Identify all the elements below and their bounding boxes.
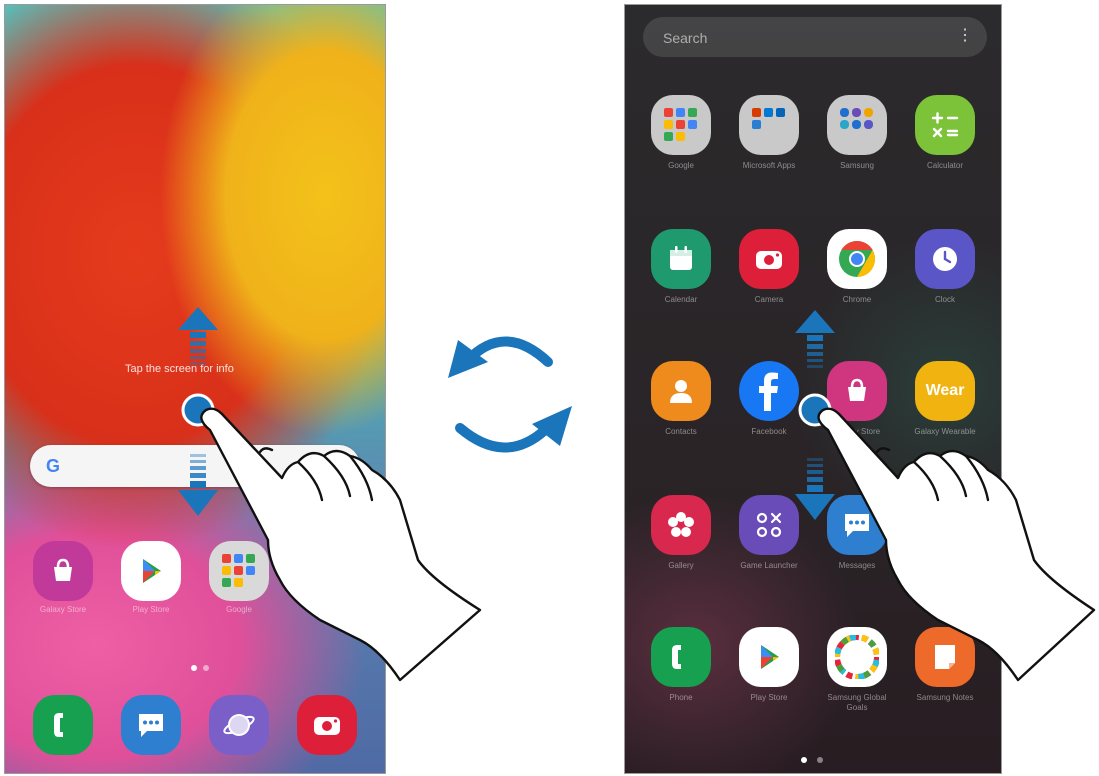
switch-arrows-icon xyxy=(448,336,572,453)
swipe-down-arrow xyxy=(795,458,835,520)
swipe-up-arrow xyxy=(795,310,835,368)
hand-illustration xyxy=(817,407,1096,682)
gesture-overlay xyxy=(178,307,1096,682)
swipe-up-arrow xyxy=(178,307,218,365)
swipe-down-arrow xyxy=(178,454,218,516)
hand-illustration xyxy=(200,407,482,682)
